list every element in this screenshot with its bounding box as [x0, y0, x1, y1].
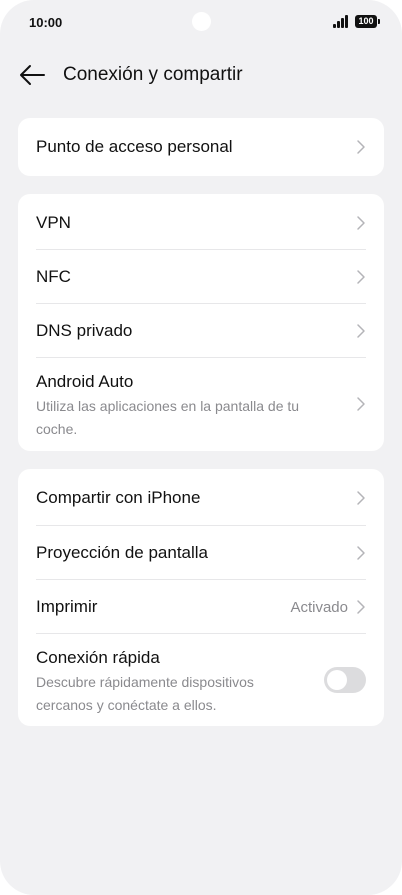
- status-time: 10:00: [29, 15, 63, 30]
- row-title: Punto de acceso personal: [36, 137, 233, 156]
- row-subtitle: Descubre rápidamente dispositivos cercan…: [36, 674, 254, 713]
- page-title: Conexión y compartir: [63, 64, 243, 85]
- chevron-right-icon: [356, 599, 366, 615]
- settings-group-2: VPN NFC DNS privado Android Auto Utiliza…: [18, 194, 384, 451]
- status-bar: 10:00 100: [0, 0, 402, 44]
- quick-connect-toggle[interactable]: [324, 667, 366, 693]
- row-subtitle: Utiliza las aplicaciones en la pantalla …: [36, 398, 300, 437]
- row-title: Proyección de pantalla: [36, 543, 209, 562]
- row-screen-projection[interactable]: Proyección de pantalla: [36, 525, 366, 579]
- settings-group-1: Punto de acceso personal: [18, 118, 384, 176]
- signal-bars-icon: [333, 15, 350, 28]
- row-title: DNS privado: [36, 321, 133, 340]
- row-print[interactable]: Imprimir Activado: [36, 579, 366, 633]
- chevron-right-icon: [356, 396, 366, 412]
- camera-cutout: [192, 12, 211, 31]
- row-quick-connect: Conexión rápida Descubre rápidamente dis…: [36, 633, 366, 726]
- chevron-right-icon: [356, 215, 366, 231]
- toggle-knob: [327, 670, 347, 690]
- row-hotspot[interactable]: Punto de acceso personal: [36, 118, 366, 176]
- row-title: Android Auto: [36, 372, 134, 391]
- chevron-right-icon: [356, 490, 366, 506]
- row-title: Compartir con iPhone: [36, 488, 201, 507]
- chevron-right-icon: [356, 269, 366, 285]
- row-nfc[interactable]: NFC: [36, 249, 366, 303]
- row-title: VPN: [36, 213, 71, 232]
- arrow-left-icon[interactable]: [18, 63, 46, 87]
- settings-group-3: Compartir con iPhone Proyección de panta…: [18, 469, 384, 726]
- chevron-right-icon: [356, 139, 366, 155]
- row-private-dns[interactable]: DNS privado: [36, 303, 366, 357]
- row-title: Imprimir: [36, 597, 98, 616]
- battery-icon: 100: [355, 15, 380, 28]
- row-vpn[interactable]: VPN: [36, 194, 366, 249]
- chevron-right-icon: [356, 545, 366, 561]
- row-share-iphone[interactable]: Compartir con iPhone: [36, 469, 366, 525]
- chevron-right-icon: [356, 323, 366, 339]
- row-title: NFC: [36, 267, 71, 286]
- row-value: Activado: [290, 599, 348, 616]
- app-header: Conexión y compartir: [0, 52, 402, 98]
- row-title: Conexión rápida: [36, 648, 160, 667]
- row-android-auto[interactable]: Android Auto Utiliza las aplicaciones en…: [36, 357, 366, 451]
- phone-screen: 10:00 100 Conexión y compartir Punto de …: [0, 0, 402, 895]
